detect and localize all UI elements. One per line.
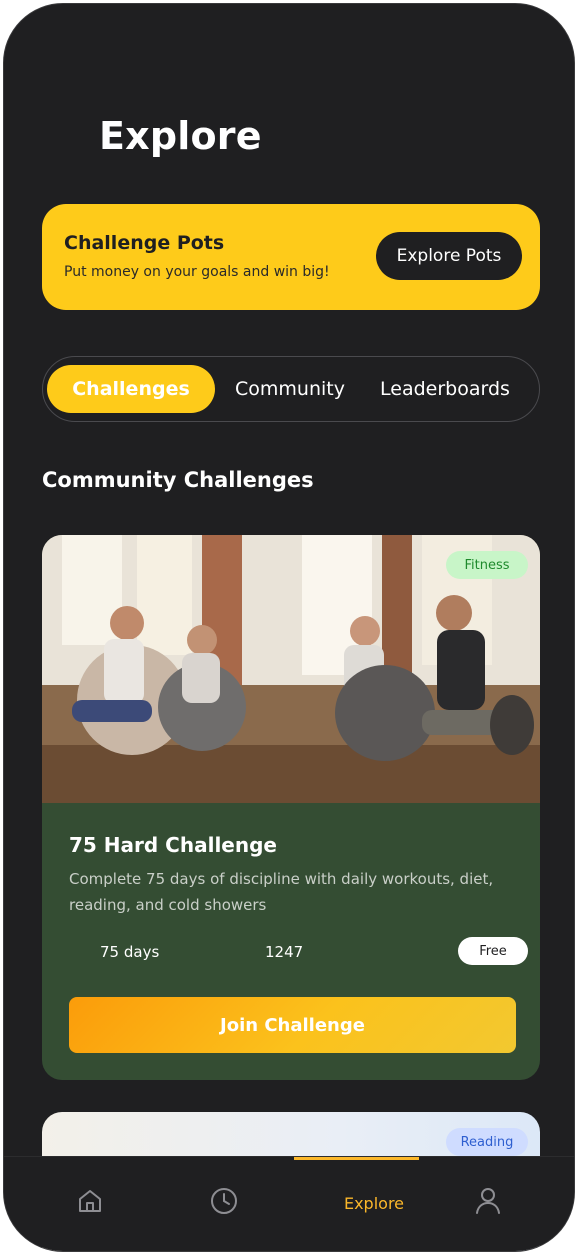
- pots-subtitle: Put money on your goals and win big!: [64, 264, 330, 280]
- challenge-pots-banner[interactable]: Challenge Pots Put money on your goals a…: [42, 204, 540, 310]
- explore-pots-button[interactable]: Explore Pots: [376, 232, 522, 280]
- challenge-title: 75 Hard Challenge: [69, 833, 277, 857]
- clock-icon: [209, 1186, 239, 1220]
- home-icon: [76, 1187, 104, 1219]
- join-challenge-button[interactable]: Join Challenge: [69, 997, 516, 1053]
- category-tag: Fitness: [446, 551, 528, 579]
- nav-active-indicator: [294, 1157, 419, 1160]
- nav-explore[interactable]: Explore: [334, 1183, 414, 1223]
- challenge-image: Fitness: [42, 535, 540, 803]
- user-icon: [474, 1186, 502, 1220]
- tab-challenges[interactable]: Challenges: [47, 365, 215, 413]
- pots-title: Challenge Pots: [64, 232, 225, 254]
- challenge-card[interactable]: Fitness 75 Hard Challenge Complete 75 da…: [42, 535, 540, 1080]
- phone-frame: Explore Challenge Pots Put money on your…: [3, 3, 575, 1252]
- page-title: Explore: [99, 114, 262, 158]
- section-title: Community Challenges: [42, 468, 314, 492]
- challenge-description: Complete 75 days of discipline with dail…: [69, 870, 494, 914]
- tab-leaderboards[interactable]: Leaderboards: [365, 365, 525, 413]
- nav-home[interactable]: [70, 1183, 110, 1223]
- tab-bar: Challenges Community Leaderboards: [42, 356, 540, 422]
- nav-profile[interactable]: [468, 1183, 508, 1223]
- challenge-duration: 75 days: [100, 943, 160, 961]
- nav-history[interactable]: [204, 1183, 244, 1223]
- bottom-nav: Explore: [4, 1156, 574, 1251]
- category-tag: Reading: [446, 1128, 528, 1156]
- tab-community[interactable]: Community: [225, 365, 355, 413]
- price-badge: Free: [458, 937, 528, 965]
- participant-count: 1247: [265, 943, 304, 961]
